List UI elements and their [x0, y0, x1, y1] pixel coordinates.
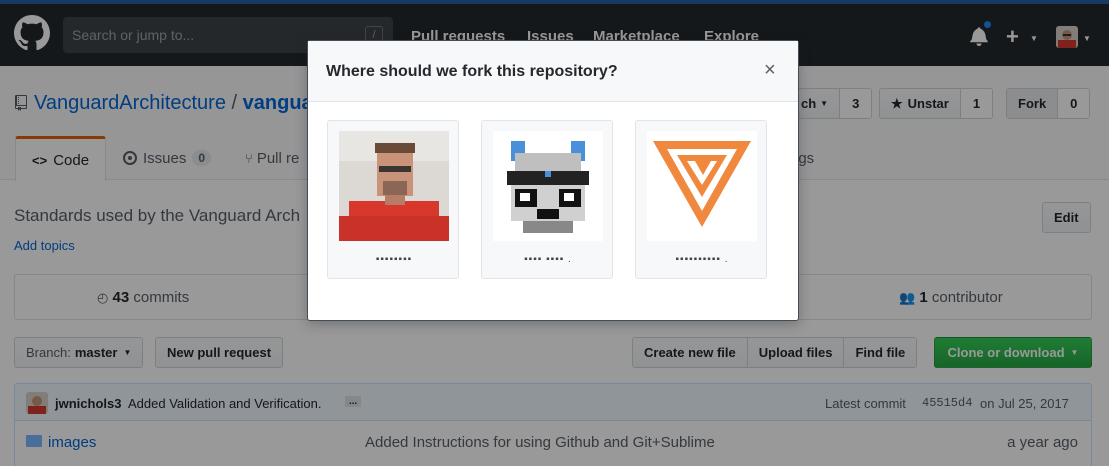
close-icon[interactable]: × [764, 59, 776, 82]
fork-target-card[interactable]: ▪▪▪▪ ▪▪▪▪ . [481, 120, 613, 279]
fork-dialog-title: Where should we fork this repository? [326, 63, 618, 80]
fork-target-name: ▪▪▪▪▪▪▪▪ [375, 254, 413, 265]
fork-target-card[interactable]: ▪▪▪▪▪▪▪▪▪▪ . [635, 120, 767, 279]
fork-target-name: ▪▪▪▪▪▪▪▪▪▪ . [675, 254, 729, 265]
v-logo-avatar [647, 131, 757, 241]
fork-dialog-header: Where should we fork this repository? × [308, 41, 798, 102]
robot-mascot-avatar [493, 131, 603, 241]
user-photo-avatar [339, 131, 449, 241]
fork-target-card[interactable]: ▪▪▪▪▪▪▪▪ [327, 120, 459, 279]
fork-dialog: Where should we fork this repository? × … [307, 40, 799, 321]
fork-target-name: ▪▪▪▪ ▪▪▪▪ . [524, 254, 572, 265]
